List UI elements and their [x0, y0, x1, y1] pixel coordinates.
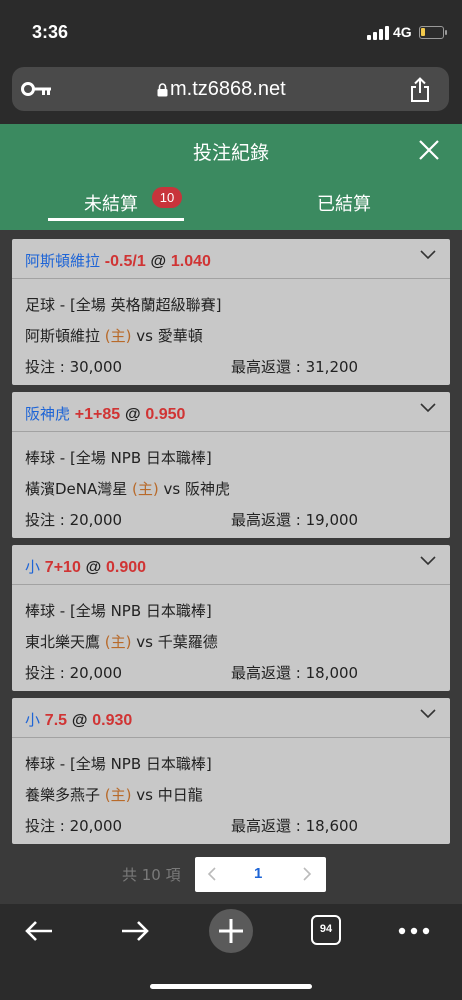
stake-amount: 投注 : 20,000	[25, 817, 123, 835]
tab-unsettled[interactable]: 未結算 10	[48, 178, 184, 230]
share-icon[interactable]	[409, 77, 431, 103]
away-team: 千葉羅德	[157, 633, 218, 651]
tab-label: 未結算	[84, 194, 138, 215]
max-return: 最高返還 : 18,600	[231, 817, 359, 835]
new-tab-icon[interactable]	[209, 909, 253, 953]
vs-text: vs	[136, 786, 153, 804]
total-count: 共 10 項	[122, 866, 181, 884]
match-text: 橫濱DeNA灣星 (主) vs 阪神虎	[25, 478, 230, 499]
odds: 0.950	[145, 406, 186, 423]
bet-card[interactable]: 阪神虎 +1+85 @ 0.950 棒球 - [全場 NPB 日本職棒] 橫濱D…	[12, 392, 450, 538]
vs-text: vs	[136, 633, 153, 651]
bet-card[interactable]: 小 7.5 @ 0.930 棒球 - [全場 NPB 日本職棒] 養樂多燕子 (…	[12, 698, 450, 844]
max-return: 最高返還 : 18,000	[231, 664, 359, 682]
chevron-down-icon[interactable]	[420, 709, 436, 719]
selection-name: 阿斯頓維拉	[25, 252, 101, 270]
bet-card[interactable]: 小 7+10 @ 0.900 棒球 - [全場 NPB 日本職棒] 東北樂天鷹 …	[12, 545, 450, 691]
bet-selection-header[interactable]: 小 7+10 @ 0.900	[12, 545, 450, 585]
at-symbol: @	[71, 712, 88, 729]
page-header: 投注紀錄	[0, 124, 462, 178]
browser-url-area: m.tz6868.net	[0, 62, 462, 124]
status-bar: 3:36 4G	[0, 0, 462, 62]
active-tab-indicator	[48, 218, 184, 221]
lock-icon	[157, 83, 168, 97]
key-icon[interactable]	[21, 80, 53, 98]
bet-selection-header[interactable]: 阪神虎 +1+85 @ 0.950	[12, 392, 450, 432]
more-icon[interactable]	[398, 927, 430, 935]
league-text: 棒球 - [全場 NPB 日本職棒]	[25, 602, 212, 620]
odds: 0.930	[92, 712, 133, 729]
league-text: 棒球 - [全場 NPB 日本職棒]	[25, 449, 212, 467]
home-tag: (主)	[104, 327, 132, 345]
bet-selection-header[interactable]: 阿斯頓維拉 -0.5/1 @ 1.040	[12, 239, 450, 279]
bet-list: 阿斯頓維拉 -0.5/1 @ 1.040 足球 - [全場 英格蘭超級聯賽] 阿…	[12, 239, 450, 851]
home-tag: (主)	[132, 480, 159, 498]
at-symbol: @	[85, 559, 102, 576]
league-text: 棒球 - [全場 NPB 日本職棒]	[25, 755, 212, 773]
back-arrow-icon[interactable]	[24, 919, 54, 943]
vs-text: vs	[136, 327, 153, 345]
at-symbol: @	[150, 253, 167, 270]
home-team: 東北樂天鷹	[25, 633, 101, 651]
page-title: 投注紀錄	[192, 142, 269, 164]
league-text: 足球 - [全場 英格蘭超級聯賽]	[25, 296, 222, 314]
status-time: 3:36	[32, 22, 69, 42]
max-return: 最高返還 : 31,200	[231, 358, 359, 376]
home-tag: (主)	[104, 786, 132, 804]
home-indicator	[150, 984, 312, 989]
browser-toolbar: 94	[0, 904, 462, 1000]
page-selector: 1	[195, 857, 326, 892]
chevron-down-icon[interactable]	[420, 250, 436, 260]
tabs-icon[interactable]: 94	[311, 915, 341, 945]
odds: 1.040	[170, 253, 211, 270]
odds: 0.900	[106, 559, 147, 576]
selection-name: 阪神虎	[25, 405, 71, 423]
max-return: 最高返還 : 19,000	[231, 511, 359, 529]
signal-icon	[367, 26, 389, 40]
stake-amount: 投注 : 20,000	[25, 664, 123, 682]
home-team: 養樂多燕子	[25, 786, 101, 804]
home-tag: (主)	[104, 633, 132, 651]
match-text: 養樂多燕子 (主) vs 中日龍	[25, 784, 203, 805]
away-team: 愛華頓	[157, 327, 203, 345]
network-type: 4G	[393, 24, 412, 40]
chevron-down-icon[interactable]	[420, 556, 436, 566]
tab-settled[interactable]: 已結算	[260, 178, 430, 230]
close-icon[interactable]	[418, 139, 440, 161]
handicap: -0.5/1	[104, 253, 146, 270]
chevron-right-icon[interactable]	[302, 867, 312, 881]
count-badge: 10	[152, 187, 182, 208]
bet-selection-header[interactable]: 小 7.5 @ 0.930	[12, 698, 450, 738]
away-team: 中日龍	[157, 786, 203, 804]
stake-amount: 投注 : 20,000	[25, 511, 123, 529]
selection-name: 小	[25, 711, 41, 729]
url-text[interactable]: m.tz6868.net	[170, 78, 286, 101]
match-text: 東北樂天鷹 (主) vs 千葉羅德	[25, 631, 218, 652]
bet-status-tabs: 未結算 10 已結算	[0, 178, 462, 230]
match-text: 阿斯頓維拉 (主) vs 愛華頓	[25, 325, 203, 346]
chevron-down-icon[interactable]	[420, 403, 436, 413]
address-bar[interactable]: m.tz6868.net	[12, 67, 449, 111]
vs-text: vs	[163, 480, 181, 498]
pagination: 共 10 項 1	[0, 855, 462, 892]
home-team: 阿斯頓維拉	[25, 327, 101, 345]
home-team: 橫濱DeNA灣星	[25, 480, 128, 498]
chevron-left-icon[interactable]	[207, 867, 217, 881]
at-symbol: @	[124, 406, 141, 423]
handicap: +1+85	[74, 406, 121, 423]
away-team: 阪神虎	[185, 480, 231, 498]
stake-amount: 投注 : 30,000	[25, 358, 123, 376]
handicap: 7.5	[44, 712, 68, 729]
tab-label: 已結算	[317, 194, 371, 215]
battery-icon	[419, 26, 447, 39]
current-page[interactable]: 1	[254, 865, 262, 882]
forward-arrow-icon[interactable]	[120, 919, 150, 943]
bet-card[interactable]: 阿斯頓維拉 -0.5/1 @ 1.040 足球 - [全場 英格蘭超級聯賽] 阿…	[12, 239, 450, 385]
handicap: 7+10	[44, 559, 81, 576]
selection-name: 小	[25, 558, 41, 576]
